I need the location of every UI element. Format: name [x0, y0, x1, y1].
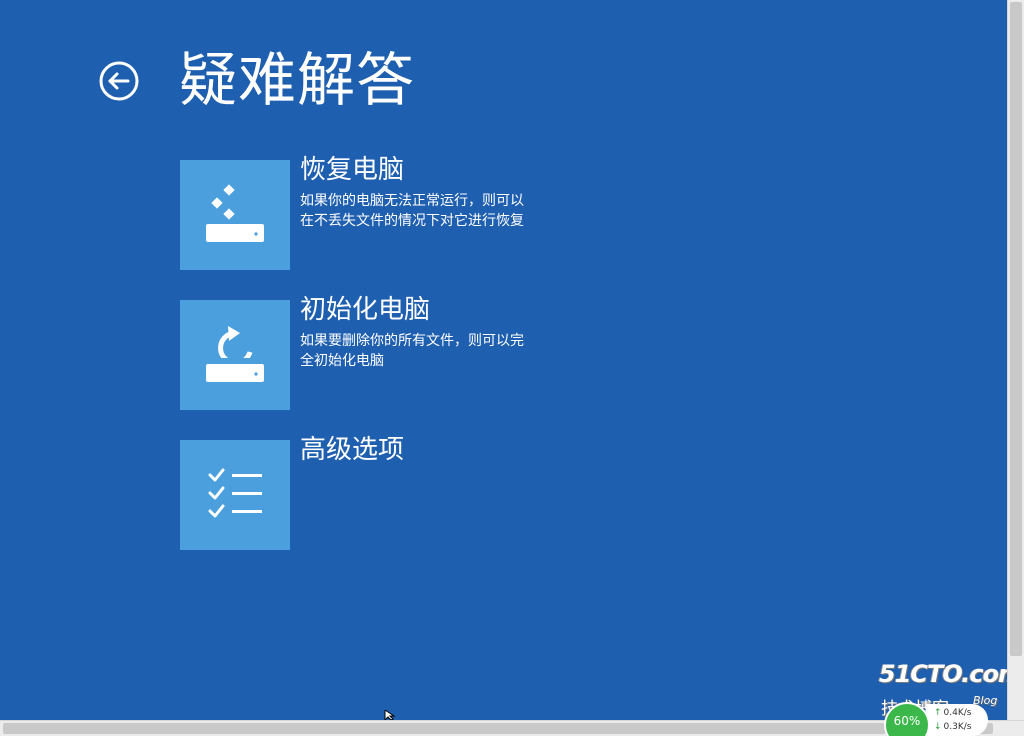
horizontal-scrollbar-thumb[interactable] [3, 723, 993, 734]
network-percent: 60% [893, 714, 921, 728]
option-advanced[interactable]: 高级选项 [180, 436, 600, 550]
vertical-scrollbar[interactable] [1007, 0, 1024, 720]
network-percent-ball[interactable]: 60% [884, 702, 930, 736]
option-description: 如果要删除你的所有文件，则可以完 全初始化电脑 [300, 333, 524, 369]
upload-speed: 0.4K/s [943, 708, 972, 718]
option-reset-pc[interactable]: 初始化电脑 如果要删除你的所有文件，则可以完 全初始化电脑 [180, 296, 600, 410]
troubleshoot-screen: 疑难解答 恢复电脑 如果你的电脑无法正常运行，则可以 在不丢失文件的情况下对它进… [0, 0, 1023, 720]
network-speed-panel: ↑ 0.4K/s ↓ 0.3K/s [926, 704, 988, 736]
mouse-cursor-icon [384, 710, 396, 720]
network-monitor-widget[interactable]: ↑ 0.4K/s ↓ 0.3K/s 60% [884, 702, 992, 736]
vertical-scrollbar-thumb[interactable] [1010, 2, 1022, 656]
option-refresh-pc[interactable]: 恢复电脑 如果你的电脑无法正常运行，则可以 在不丢失文件的情况下对它进行恢复 [180, 156, 600, 270]
option-tile [180, 160, 290, 270]
checklist-icon [208, 468, 262, 518]
watermark-site: 51CTO.com [879, 660, 1023, 688]
option-title: 初始化电脑 [300, 295, 431, 325]
horizontal-scrollbar[interactable] [0, 720, 1024, 736]
option-title: 恢复电脑 [300, 155, 405, 185]
download-speed-row: ↓ 0.3K/s [934, 722, 971, 732]
download-speed: 0.3K/s [943, 722, 972, 732]
upload-arrow-icon: ↑ [934, 708, 942, 718]
option-title: 高级选项 [300, 435, 405, 465]
refresh-pc-icon [206, 184, 264, 242]
reset-pc-icon [206, 326, 264, 382]
download-arrow-icon: ↓ [934, 722, 942, 732]
option-tile [180, 440, 290, 550]
option-tile [180, 300, 290, 410]
back-button[interactable] [99, 61, 139, 101]
upload-speed-row: ↑ 0.4K/s [934, 708, 971, 718]
back-arrow-icon [99, 61, 139, 101]
page-title: 疑难解答 [179, 46, 416, 114]
option-description: 如果你的电脑无法正常运行，则可以 在不丢失文件的情况下对它进行恢复 [300, 193, 524, 229]
